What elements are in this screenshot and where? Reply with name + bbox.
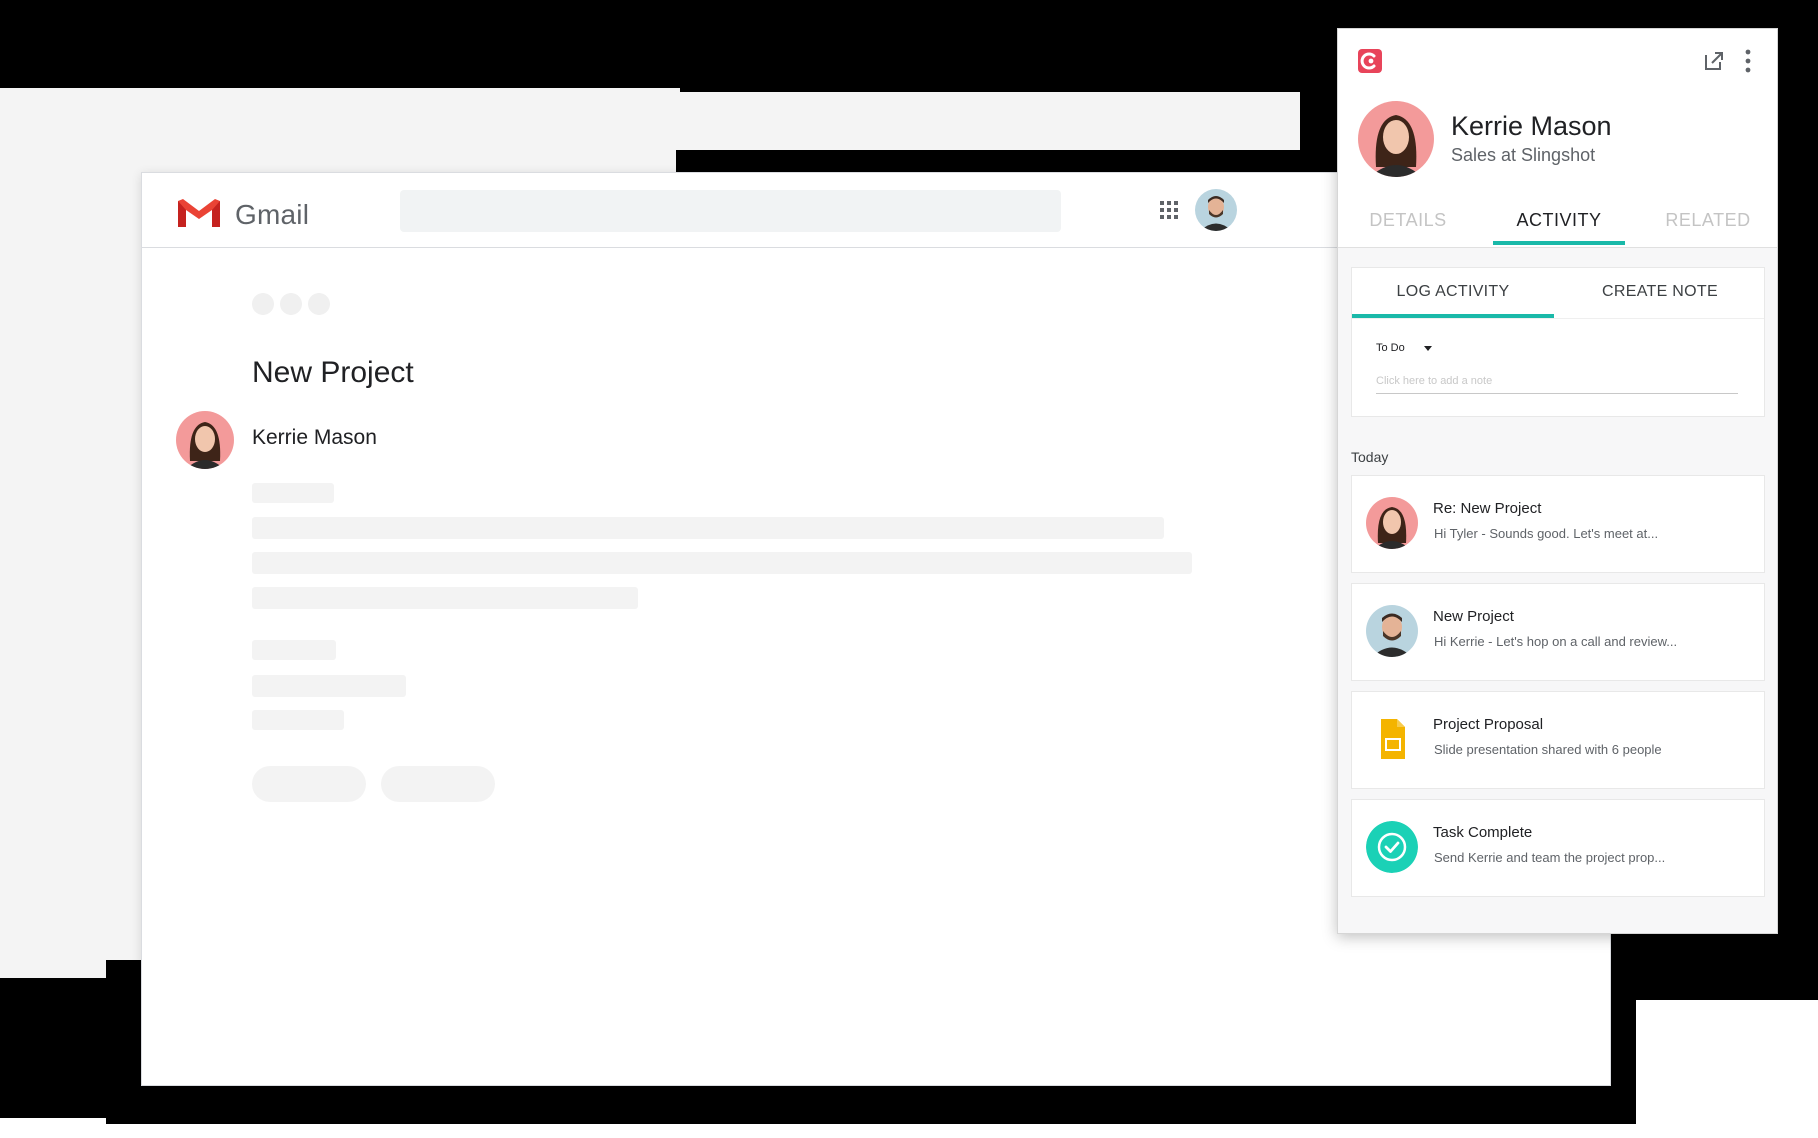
body-placeholder-line	[252, 675, 406, 697]
contact-avatar-tyler	[1366, 605, 1418, 657]
background-band-mid	[676, 150, 1336, 172]
background-band-bottom-left	[0, 978, 110, 1118]
active-tab-indicator	[1493, 241, 1625, 245]
background-panel-gray-top	[680, 92, 1300, 152]
activity-title: Project Proposal	[1433, 716, 1544, 733]
note-input[interactable]	[1376, 368, 1738, 394]
body-placeholder-line	[252, 710, 344, 730]
contact-title: Sales at Slingshot	[1451, 145, 1596, 165]
apps-grid-icon[interactable]	[1159, 200, 1179, 220]
gmail-logo-icon[interactable]	[176, 197, 222, 229]
more-vert-icon[interactable]	[1742, 47, 1754, 75]
activity-title: Task Complete	[1433, 824, 1533, 841]
dropdown-caret-icon[interactable]	[1424, 346, 1432, 351]
contact-name: Kerrie Mason	[1451, 111, 1612, 141]
background-band-top	[0, 0, 1300, 92]
crm-side-panel: Kerrie Mason Sales at Slingshot DETAILS …	[1337, 28, 1778, 934]
activity-snippet: Hi Tyler - Sounds good. Let's meet at...	[1434, 526, 1659, 541]
background-bottom-strip	[0, 1124, 1818, 1138]
activity-title: New Project	[1433, 608, 1514, 625]
contact-avatar	[1358, 101, 1434, 177]
tab-details[interactable]: DETAILS	[1348, 205, 1468, 248]
contact-header: Kerrie Mason Sales at Slingshot DETAILS …	[1338, 29, 1777, 248]
log-activity-card: LOG ACTIVITY CREATE NOTE To Do	[1351, 267, 1765, 417]
sender-avatar[interactable]	[176, 411, 234, 469]
body-placeholder-line	[252, 483, 334, 503]
activity-item[interactable]: Task Complete Send Kerrie and team the p…	[1351, 799, 1765, 897]
search-bar[interactable]	[400, 190, 1061, 232]
check-circle-icon	[1366, 821, 1418, 873]
activity-item[interactable]: Re: New Project Hi Tyler - Sounds good. …	[1351, 475, 1765, 573]
log-tab-divider	[1352, 318, 1764, 319]
tab-log-activity[interactable]: LOG ACTIVITY	[1352, 268, 1554, 318]
reply-button-placeholder[interactable]	[252, 766, 366, 802]
email-subject: New Project	[252, 356, 414, 389]
activity-snippet: Slide presentation shared with 6 people	[1434, 742, 1662, 757]
forward-button-placeholder[interactable]	[381, 766, 495, 802]
account-avatar[interactable]	[1195, 189, 1237, 231]
activity-item[interactable]: Project Proposal Slide presentation shar…	[1351, 691, 1765, 789]
body-placeholder-line	[252, 587, 638, 609]
slides-file-icon	[1366, 713, 1418, 765]
body-placeholder-line	[252, 552, 1192, 574]
contact-avatar-kerrie	[1366, 497, 1418, 549]
gmail-wordmark: Gmail	[235, 199, 310, 230]
crm-logo-icon[interactable]	[1358, 49, 1382, 73]
tab-related[interactable]: RELATED	[1648, 205, 1768, 248]
activity-snippet: Send Kerrie and team the project prop...	[1434, 850, 1666, 865]
activity-snippet: Hi Kerrie - Let's hop on a call and revi…	[1434, 634, 1678, 649]
thread-actions-placeholder	[252, 293, 330, 315]
body-placeholder-line	[252, 517, 1164, 539]
activity-title: Re: New Project	[1433, 500, 1542, 517]
body-placeholder-line	[252, 640, 336, 660]
tab-create-note[interactable]: CREATE NOTE	[1554, 268, 1766, 318]
activity-type-select[interactable]: To Do	[1376, 342, 1405, 354]
open-in-new-icon[interactable]	[1702, 49, 1726, 73]
sender-name: Kerrie Mason	[252, 426, 377, 449]
date-section-label: Today	[1351, 449, 1389, 465]
activity-item[interactable]: New Project Hi Kerrie - Let's hop on a c…	[1351, 583, 1765, 681]
